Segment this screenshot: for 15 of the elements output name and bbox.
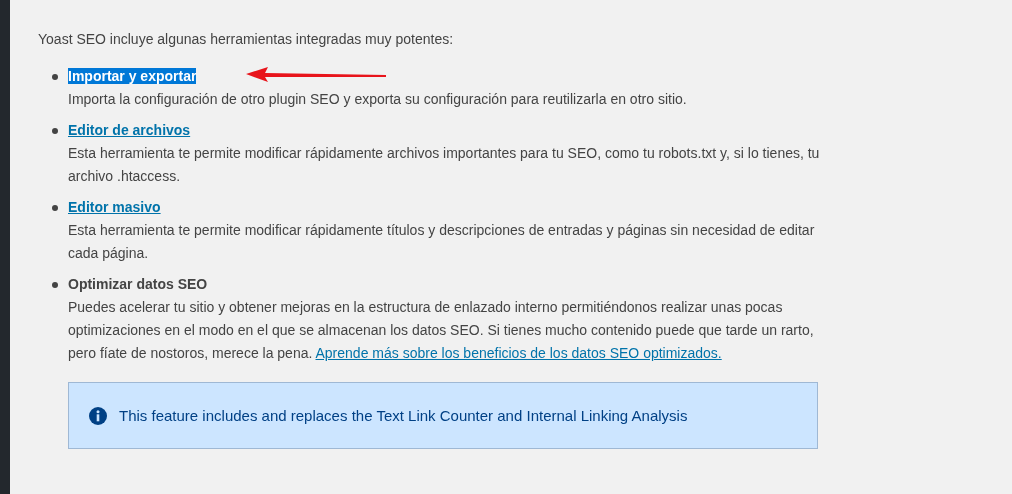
learn-more-link[interactable]: Aprende más sobre los beneficios de los datos SEO optimizados.: [315, 345, 722, 361]
bullet-icon: [52, 128, 58, 134]
tool-description: Esta herramienta te permite modificar rápidamente títulos y descripciones de entradas y páginas sin necesidad de editar cada página.: [68, 221, 816, 263]
tool-description: Puedes acelerar tu sitio y obtener mejoras en la estructura de enlazado interno permitiéndonos realizar unas pocas optimizaciones en el modo en el que se almacenan los datos SEO. Si tienes mucho contenido puede que tarde un rarto, pero fíate de nostoros, merece la pena. Aprende más sobre los beneficios de los datos SEO optimizados.: [68, 298, 815, 363]
bullet-icon: [52, 205, 58, 211]
info-icon: [89, 406, 107, 425]
tool-link[interactable]: Editor de archivos: [68, 122, 191, 138]
tool-description: Esta herramienta te permite modificar rápidamente archivos importantes para tu SEO, como tu robots.txt y, si lo tienes, tu archivo .htaccess.: [68, 144, 821, 186]
intro-text: Yoast SEO incluye algunas herramientas integradas muy potentes:: [38, 30, 455, 49]
bullet-icon: [52, 74, 58, 80]
tool-link[interactable]: Editor masivo: [68, 199, 161, 215]
tool-title: Optimizar datos SEO: [68, 276, 208, 292]
notice-text: This feature includes and replaces the Text Link Counter and Internal Linking Analysis: [119, 406, 688, 426]
bullet-icon: [52, 282, 58, 288]
tool-description: Importa la configuración de otro plugin SEO y exporta su configuración para reutilizarla en otro sitio.: [68, 90, 688, 109]
